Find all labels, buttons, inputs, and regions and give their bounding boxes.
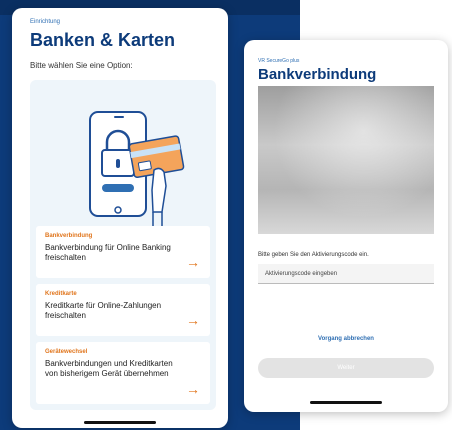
screen-eyebrow: Einrichtung: [30, 19, 61, 25]
option-description: Bankverbindungen und Kreditkarten von bi…: [45, 359, 173, 378]
phone-screen-bank-connection: VR SecureGo plus Bankverbindung Bitte ge…: [244, 40, 448, 412]
option-credit-card[interactable]: Kreditkarte Kreditkarte für Online-Zahlu…: [36, 284, 210, 336]
option-description: Bankverbindung für Online Banking freisc…: [45, 243, 171, 262]
next-button[interactable]: Weiter: [258, 358, 434, 378]
phone-lock-card-illustration: [89, 111, 185, 228]
phone-screen-banks-cards: Einrichtung Banken & Karten Bitte wählen…: [12, 8, 228, 428]
options-panel: Bankverbindung Bankverbindung für Online…: [30, 80, 216, 410]
screen-eyebrow: VR SecureGo plus: [258, 58, 300, 64]
option-bank-connection[interactable]: Bankverbindung Bankverbindung für Online…: [36, 226, 210, 278]
option-category: Gerätewechsel: [45, 349, 88, 355]
home-indicator[interactable]: [84, 421, 156, 424]
arrow-right-icon: →: [186, 312, 200, 328]
instruction-text: Bitte geben Sie den Aktivierungscode ein…: [258, 252, 369, 258]
option-category: Bankverbindung: [45, 233, 93, 239]
option-device-change[interactable]: Gerätewechsel Bankverbindungen und Kredi…: [36, 342, 210, 404]
arrow-right-icon: →: [186, 254, 200, 270]
arrow-right-icon: →: [186, 381, 200, 397]
activation-code-input[interactable]: Aktivierungscode eingeben: [258, 264, 434, 284]
cancel-link[interactable]: Vorgang abbrechen: [244, 336, 448, 342]
qr-scanner-camera-view[interactable]: [258, 86, 434, 234]
option-description: Kreditkarte für Online-Zahlungen freisch…: [45, 301, 162, 320]
option-category: Kreditkarte: [45, 291, 77, 297]
page-title: Banken & Karten: [30, 30, 176, 50]
page-title: Bankverbindung: [258, 66, 377, 83]
home-indicator[interactable]: [310, 401, 382, 404]
page-subtitle: Bitte wählen Sie eine Option:: [30, 61, 133, 70]
